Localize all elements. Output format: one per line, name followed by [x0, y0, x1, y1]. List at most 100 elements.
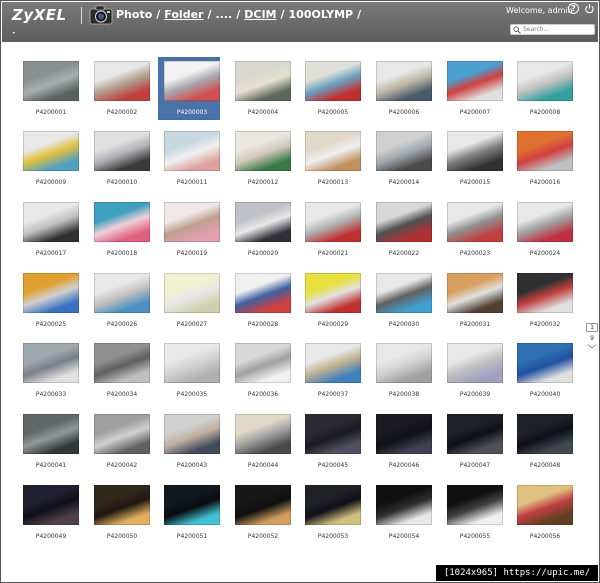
photo-thumbnail[interactable] [235, 485, 291, 525]
photo-thumbnail[interactable] [447, 202, 503, 242]
photo-tile[interactable]: P4200002 [92, 57, 152, 117]
photo-tile[interactable]: P4200054 [374, 481, 434, 541]
photo-tile[interactable]: P4200051 [162, 481, 222, 541]
photo-thumbnail[interactable] [164, 61, 220, 101]
photo-tile[interactable]: P4200035 [162, 339, 222, 399]
photo-thumbnail[interactable] [447, 343, 503, 383]
photo-tile[interactable]: P4200013 [303, 127, 363, 187]
help-icon[interactable]: ? [568, 3, 579, 14]
photo-thumbnail[interactable] [447, 414, 503, 454]
photo-tile[interactable]: P4200022 [374, 198, 434, 258]
photo-tile[interactable]: P4200028 [233, 269, 293, 329]
photo-thumbnail[interactable] [376, 485, 432, 525]
breadcrumb-item[interactable]: Folder [164, 8, 203, 21]
photo-tile[interactable]: P4200045 [303, 410, 363, 470]
photo-thumbnail[interactable] [447, 273, 503, 313]
photo-tile[interactable]: P4200019 [162, 198, 222, 258]
search-input[interactable] [523, 25, 593, 34]
photo-thumbnail[interactable] [376, 202, 432, 242]
photo-tile[interactable]: P4200015 [445, 127, 505, 187]
photo-tile[interactable]: P4200052 [233, 481, 293, 541]
photo-tile[interactable]: P4200038 [374, 339, 434, 399]
photo-tile[interactable]: P4200033 [21, 339, 81, 399]
photo-tile[interactable]: P4200004 [233, 57, 293, 117]
photo-tile[interactable]: P4200046 [374, 410, 434, 470]
photo-thumbnail[interactable] [23, 61, 79, 101]
photo-tile[interactable]: P4200048 [515, 410, 575, 470]
photo-tile[interactable]: P4200003 [158, 57, 222, 120]
photo-tile[interactable]: P4200005 [303, 57, 363, 117]
photo-tile[interactable]: P4200018 [92, 198, 152, 258]
photo-tile[interactable]: P4200001 [21, 57, 81, 117]
photo-thumbnail[interactable] [305, 485, 361, 525]
photo-tile[interactable]: P4200036 [233, 339, 293, 399]
photo-thumbnail[interactable] [305, 273, 361, 313]
photo-thumbnail[interactable] [376, 61, 432, 101]
photo-thumbnail[interactable] [376, 343, 432, 383]
photo-thumbnail[interactable] [376, 414, 432, 454]
photo-tile[interactable]: P4200041 [21, 410, 81, 470]
photo-thumbnail[interactable] [376, 131, 432, 171]
photo-thumbnail[interactable] [94, 131, 150, 171]
photo-thumbnail[interactable] [235, 131, 291, 171]
photo-thumbnail[interactable] [305, 131, 361, 171]
photo-thumbnail[interactable] [235, 343, 291, 383]
photo-tile[interactable]: P4200031 [445, 269, 505, 329]
photo-thumbnail[interactable] [305, 343, 361, 383]
photo-thumbnail[interactable] [517, 202, 573, 242]
photo-thumbnail[interactable] [164, 273, 220, 313]
photo-thumbnail[interactable] [517, 414, 573, 454]
photo-thumbnail[interactable] [517, 61, 573, 101]
photo-tile[interactable]: P4200050 [92, 481, 152, 541]
photo-thumbnail[interactable] [235, 61, 291, 101]
photo-tile[interactable]: P4200053 [303, 481, 363, 541]
photo-thumbnail[interactable] [305, 61, 361, 101]
photo-tile[interactable]: P4200014 [374, 127, 434, 187]
photo-thumbnail[interactable] [164, 343, 220, 383]
photo-thumbnail[interactable] [235, 202, 291, 242]
photo-tile[interactable]: P4200027 [162, 269, 222, 329]
breadcrumb-item[interactable]: DCIM [244, 8, 276, 21]
photo-tile[interactable]: P4200023 [445, 198, 505, 258]
photo-thumbnail[interactable] [94, 273, 150, 313]
photo-tile[interactable]: P4200021 [303, 198, 363, 258]
photo-tile[interactable]: P4200037 [303, 339, 363, 399]
photo-tile[interactable]: P4200008 [515, 57, 575, 117]
photo-thumbnail[interactable] [517, 343, 573, 383]
next-page-chevron-icon[interactable] [586, 343, 598, 351]
photo-thumbnail[interactable] [164, 202, 220, 242]
photo-tile[interactable]: P4200020 [233, 198, 293, 258]
photo-tile[interactable]: P4200025 [21, 269, 81, 329]
search-box[interactable] [510, 24, 595, 35]
photo-thumbnail[interactable] [94, 61, 150, 101]
photo-tile[interactable]: P4200029 [303, 269, 363, 329]
photo-thumbnail[interactable] [164, 414, 220, 454]
photo-thumbnail[interactable] [517, 131, 573, 171]
photo-tile[interactable]: P4200032 [515, 269, 575, 329]
photo-tile[interactable]: P4200042 [92, 410, 152, 470]
photo-tile[interactable]: P4200040 [515, 339, 575, 399]
photo-thumbnail[interactable] [235, 273, 291, 313]
photo-thumbnail[interactable] [305, 202, 361, 242]
menu-dot[interactable]: • [12, 30, 16, 37]
photo-tile[interactable]: P4200006 [374, 57, 434, 117]
photo-tile[interactable]: P4200039 [445, 339, 505, 399]
photo-tile[interactable]: P4200056 [515, 481, 575, 541]
photo-thumbnail[interactable] [517, 485, 573, 525]
photo-thumbnail[interactable] [164, 485, 220, 525]
photo-thumbnail[interactable] [94, 343, 150, 383]
photo-tile[interactable]: P4200010 [92, 127, 152, 187]
photo-thumbnail[interactable] [23, 273, 79, 313]
photo-thumbnail[interactable] [305, 414, 361, 454]
photo-tile[interactable]: P4200043 [162, 410, 222, 470]
photo-thumbnail[interactable] [94, 414, 150, 454]
photo-thumbnail[interactable] [164, 131, 220, 171]
photo-tile[interactable]: P4200007 [445, 57, 505, 117]
photo-thumbnail[interactable] [23, 343, 79, 383]
page-number-input[interactable]: 1 [586, 323, 598, 332]
photo-thumbnail[interactable] [23, 485, 79, 525]
photo-tile[interactable]: P4200017 [21, 198, 81, 258]
photo-tile[interactable]: P4200044 [233, 410, 293, 470]
photo-tile[interactable]: P4200024 [515, 198, 575, 258]
photo-tile[interactable]: P4200047 [445, 410, 505, 470]
